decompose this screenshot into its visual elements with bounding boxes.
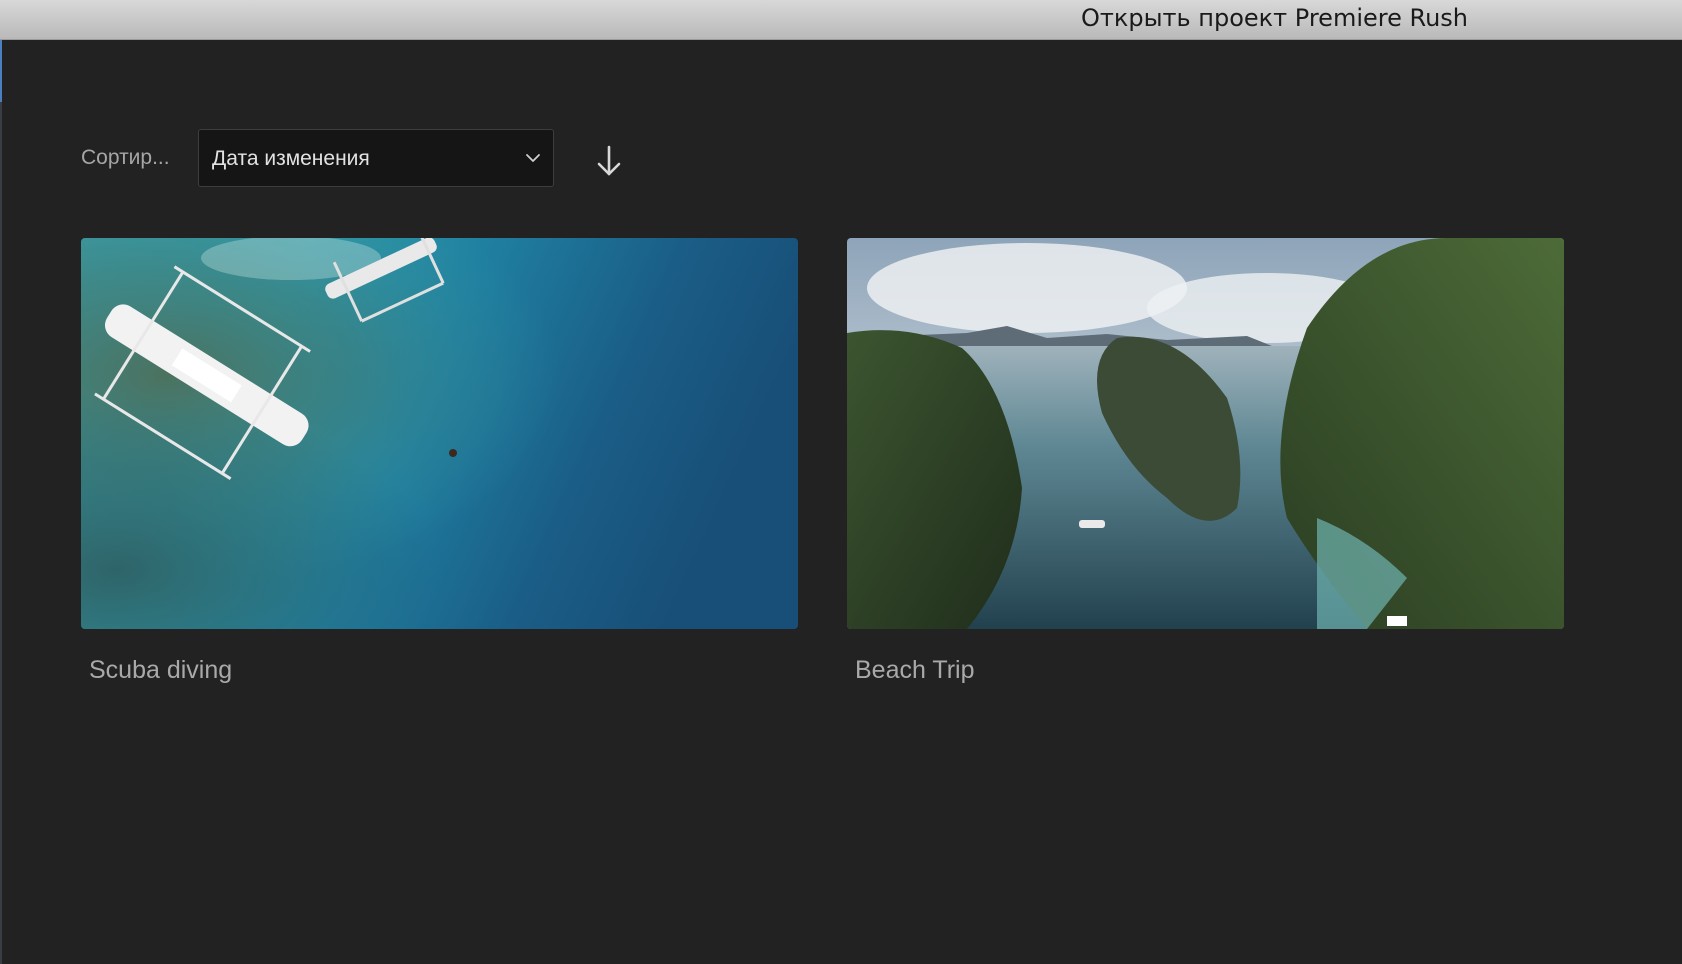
project-thumbnail[interactable] (847, 238, 1564, 629)
window-title: Открыть проект Premiere Rush (1081, 4, 1469, 32)
project-card[interactable]: Scuba diving (81, 238, 798, 685)
arrow-down-icon[interactable] (594, 144, 624, 178)
project-name: Beach Trip (855, 656, 975, 684)
open-project-window: Открыть проект Premiere Rush Сортир... Д… (0, 0, 1682, 964)
window-left-edge (0, 40, 2, 964)
lagoon-thumbnail-image (847, 238, 1564, 629)
project-thumbnail[interactable] (81, 238, 798, 629)
sort-dropdown[interactable]: Дата изменения (198, 129, 554, 187)
sort-dropdown-value: Дата изменения (212, 147, 370, 170)
project-name: Scuba diving (89, 656, 233, 684)
title-bar[interactable]: Открыть проект Premiere Rush (0, 0, 1682, 40)
project-card[interactable]: Beach Trip (847, 238, 1564, 685)
ocean-thumbnail-image (81, 238, 798, 629)
chevron-down-icon (526, 154, 540, 162)
left-edge-accent (0, 40, 2, 102)
sort-label: Сортир... (81, 146, 170, 169)
